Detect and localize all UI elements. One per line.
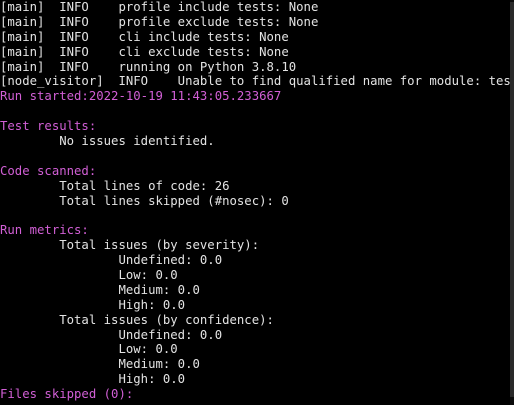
code-scanned-heading: Code scanned:: [0, 163, 97, 178]
log-line-cli-include: [main] INFO cli include tests: None: [0, 29, 289, 44]
confidence-undefined: Undefined: 0.0: [0, 327, 223, 342]
test-results-heading: Test results:: [0, 119, 97, 134]
log-line-profile-include: [main] INFO profile include tests: None: [0, 0, 319, 14]
confidence-heading: Total issues (by confidence):: [0, 312, 274, 327]
no-issues-line: No issues identified.: [0, 134, 215, 149]
terminal-output: [main] INFO profile include tests: None …: [0, 0, 514, 402]
scrollbar-thumb[interactable]: [510, 2, 514, 397]
severity-low: Low: 0.0: [0, 268, 178, 283]
severity-undefined: Undefined: 0.0: [0, 253, 223, 268]
run-metrics-heading: Run metrics:: [0, 223, 89, 238]
log-line-profile-exclude: [main] INFO profile exclude tests: None: [0, 14, 319, 29]
severity-heading: Total issues (by severity):: [0, 238, 260, 253]
total-lines-skipped: Total lines skipped (#nosec): 0: [0, 193, 289, 208]
severity-medium: Medium: 0.0: [0, 282, 200, 297]
confidence-medium: Medium: 0.0: [0, 357, 200, 372]
log-line-node-visitor: [node_visitor] INFO Unable to find quali…: [0, 74, 514, 89]
run-started-line: Run started:2022-10-19 11:43:05.233667: [0, 89, 282, 104]
log-line-python-version: [main] INFO running on Python 3.8.10: [0, 59, 297, 74]
confidence-high: High: 0.0: [0, 372, 186, 387]
total-lines-of-code: Total lines of code: 26: [0, 178, 230, 193]
log-line-cli-exclude: [main] INFO cli exclude tests: None: [0, 44, 289, 59]
confidence-low: Low: 0.0: [0, 342, 178, 357]
files-skipped-heading: Files skipped (0):: [0, 387, 134, 402]
scrollbar-track[interactable]: [510, 0, 514, 405]
severity-high: High: 0.0: [0, 297, 186, 312]
terminal-window[interactable]: [main] INFO profile include tests: None …: [0, 0, 514, 405]
